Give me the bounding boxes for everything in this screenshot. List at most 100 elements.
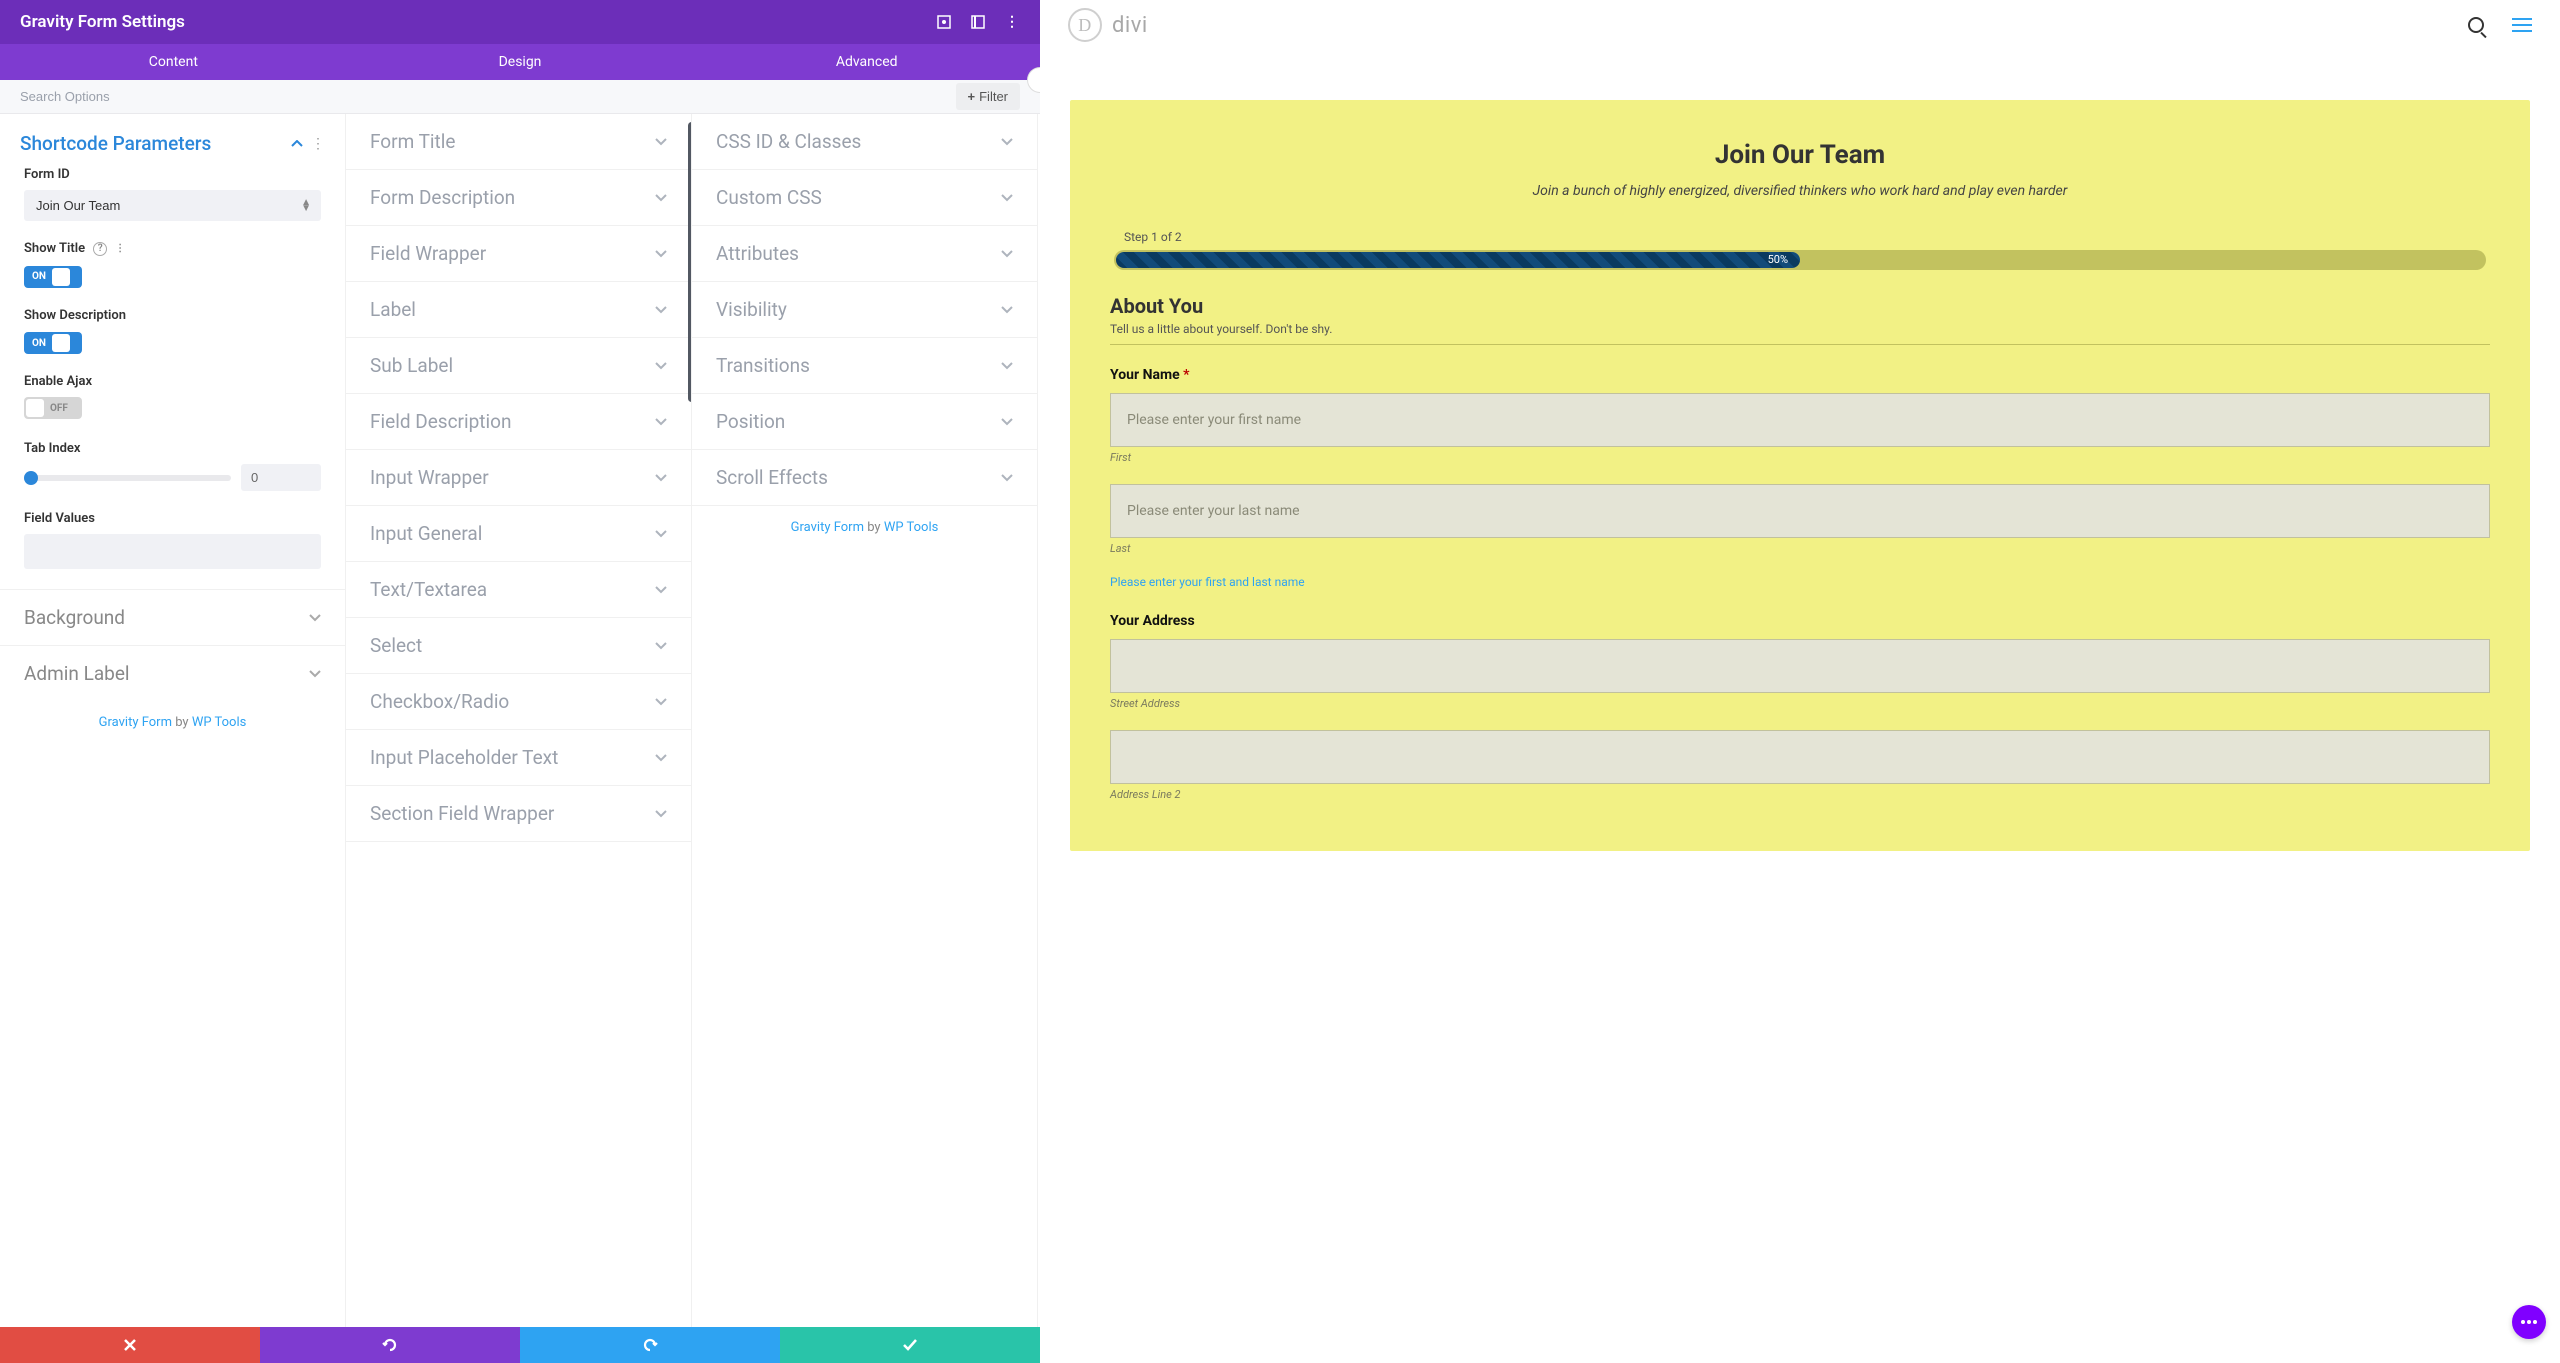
chevron-down-icon [309,670,321,678]
acc-scroll-effects[interactable]: Scroll Effects [692,450,1037,506]
credit-line: Gravity Form by WP Tools [0,701,345,744]
acc-select[interactable]: Select [346,618,691,674]
acc-label[interactable]: Label [346,282,691,338]
cancel-button[interactable] [0,1327,260,1363]
chevron-down-icon [655,754,667,762]
help-icon[interactable]: ? [93,242,107,256]
credit-line: Gravity Form by WP Tools [692,506,1037,549]
section-options-icon[interactable]: ⋮ [311,136,325,152]
input-address-line2[interactable] [1110,730,2490,784]
acc-sub-label[interactable]: Sub Label [346,338,691,394]
undo-button[interactable] [260,1327,520,1363]
collapse-icon[interactable] [291,140,303,148]
toggle-show-title[interactable]: ON [24,266,82,288]
sublabel-first: First [1110,451,2490,464]
acc-input-wrapper[interactable]: Input Wrapper [346,450,691,506]
redo-button[interactable] [520,1327,780,1363]
form-preview: Join Our Team Join a bunch of highly ene… [1070,100,2530,851]
design-accordion-column: Form Title Form Description Field Wrappe… [346,114,692,1363]
acc-attributes[interactable]: Attributes [692,226,1037,282]
save-button[interactable] [780,1327,1040,1363]
chevron-down-icon [655,362,667,370]
acc-transitions[interactable]: Transitions [692,338,1037,394]
acc-field-description[interactable]: Field Description [346,394,691,450]
chevron-down-icon [655,474,667,482]
chevron-down-icon [1001,250,1013,258]
input-last-name[interactable] [1110,484,2490,538]
menu-toggle-icon[interactable] [2512,18,2532,32]
label-form-id: Form ID [24,167,70,182]
label-field-values: Field Values [24,511,95,526]
tab-index-slider[interactable] [24,475,231,481]
step-indicator: Step 1 of 2 [1124,230,2490,244]
kebab-icon[interactable]: ⋮ [1004,14,1020,30]
form-id-select[interactable]: Join Our Team [24,190,321,221]
label-your-address: Your Address [1110,613,2490,629]
label-show-description: Show Description [24,308,126,323]
chevron-down-icon [655,530,667,538]
acc-checkbox-radio[interactable]: Checkbox/Radio [346,674,691,730]
credit-link-wpt[interactable]: WP Tools [192,715,247,730]
input-street-address[interactable] [1110,639,2490,693]
label-tab-index: Tab Index [24,441,81,456]
tab-index-value[interactable] [241,464,321,491]
chevron-down-icon [1001,306,1013,314]
section-background[interactable]: Background [0,589,345,645]
chevron-down-icon [655,586,667,594]
section-shortcode-params[interactable]: Shortcode Parameters [20,132,211,155]
section-admin-label[interactable]: Admin Label [0,645,345,701]
label-enable-ajax: Enable Ajax [24,374,92,389]
search-icon[interactable] [2468,17,2484,33]
chevron-down-icon [655,418,667,426]
input-first-name[interactable] [1110,393,2490,447]
form-subtitle: Join a bunch of highly energized, divers… [1110,182,2490,202]
sublabel-street: Street Address [1110,697,2490,710]
acc-form-description[interactable]: Form Description [346,170,691,226]
divi-logo[interactable]: D divi [1068,8,1148,42]
acc-text-textarea[interactable]: Text/Textarea [346,562,691,618]
sublabel-last: Last [1110,542,2490,555]
tab-advanced[interactable]: Advanced [693,44,1040,80]
logo-icon: D [1068,8,1102,42]
filter-button[interactable]: + Filter [956,83,1020,110]
chevron-down-icon [1001,194,1013,202]
chevron-down-icon [655,250,667,258]
advanced-accordion-column: CSS ID & Classes Custom CSS Attributes V… [692,114,1038,1363]
acc-field-wrapper[interactable]: Field Wrapper [346,226,691,282]
progress-percent: 50% [1768,253,1788,266]
acc-css-id-classes[interactable]: CSS ID & Classes [692,114,1037,170]
acc-section-field-wrapper[interactable]: Section Field Wrapper [346,786,691,842]
chevron-down-icon [655,306,667,314]
chevron-down-icon [1001,418,1013,426]
viewport-icon[interactable] [936,14,952,30]
tab-design[interactable]: Design [347,44,694,80]
acc-form-title[interactable]: Form Title [346,114,691,170]
toggle-show-description[interactable]: ON [24,332,82,354]
acc-input-general[interactable]: Input General [346,506,691,562]
chevron-down-icon [1001,362,1013,370]
credit-link-wpt[interactable]: WP Tools [884,520,939,535]
toggle-enable-ajax[interactable]: OFF [24,397,82,419]
acc-visibility[interactable]: Visibility [692,282,1037,338]
sublabel-line2: Address Line 2 [1110,788,2490,801]
field-values-input[interactable] [24,534,321,569]
chevron-down-icon [655,698,667,706]
chevron-down-icon [309,614,321,622]
section-title: About You [1110,294,2490,318]
credit-link-gf[interactable]: Gravity Form [99,715,172,730]
acc-custom-css[interactable]: Custom CSS [692,170,1037,226]
expand-icon[interactable] [970,14,986,30]
builder-fab[interactable] [2512,1305,2546,1339]
acc-position[interactable]: Position [692,394,1037,450]
progress-bar: 50% [1114,250,2486,270]
chevron-down-icon [655,138,667,146]
search-input[interactable] [20,89,956,104]
chevron-down-icon [655,810,667,818]
chevron-down-icon [655,642,667,650]
option-menu-icon[interactable]: ⋮ [115,243,123,254]
tab-content[interactable]: Content [0,44,347,80]
scrollbar-indicator[interactable] [688,122,692,402]
panel-title: Gravity Form Settings [20,12,185,32]
credit-link-gf[interactable]: Gravity Form [791,520,864,535]
acc-input-placeholder[interactable]: Input Placeholder Text [346,730,691,786]
